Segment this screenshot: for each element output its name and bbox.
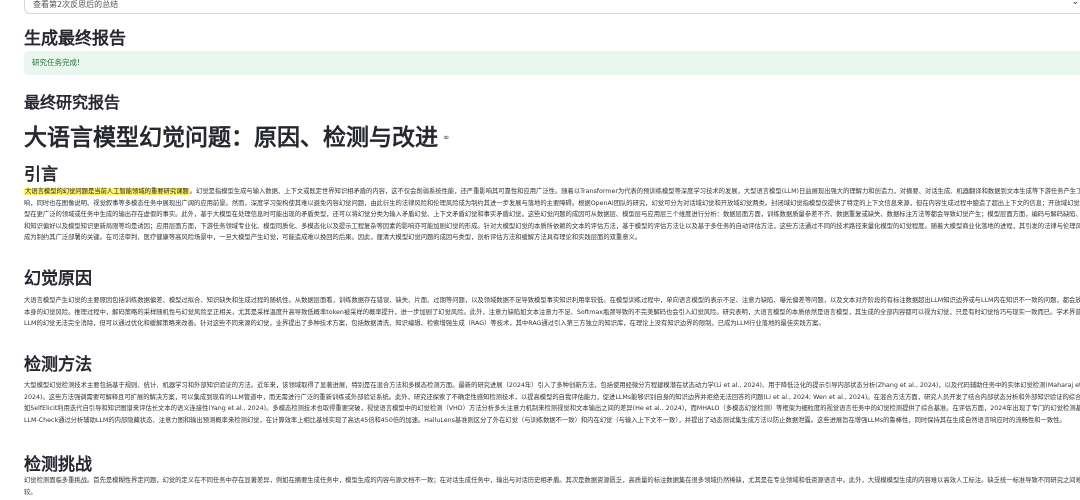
chevron-down-icon[interactable]: ⌄ bbox=[1071, 0, 1079, 7]
challenge-paragraph: 幻觉检测面临多重挑战。首先是模糊性界定问题，幻觉的定义在不同任务中存在显著差异，… bbox=[24, 477, 1080, 496]
intro-text: 。幻觉是指模型生成与输入数据、上下文或既定世界知识相矛盾的内容，这不仅会削弱系统… bbox=[24, 188, 1080, 241]
success-message: 研究任务完成! bbox=[32, 58, 81, 67]
cause-heading: 幻觉原因 bbox=[24, 269, 92, 289]
final-report-heading: 最终研究报告 bbox=[24, 93, 121, 112]
cause-paragraph: 大语言模型产生幻觉的主要原因包括训练数据偏差、模型过拟合、知识缺失和生成过程的随… bbox=[24, 297, 1080, 327]
link-icon[interactable]: ⚭ bbox=[442, 133, 450, 144]
summary-select-value: 查看第2次反思后的总结 bbox=[33, 0, 119, 9]
challenge-heading: 检测挑战 bbox=[24, 455, 92, 475]
method-heading: 检测方法 bbox=[24, 355, 92, 375]
success-alert: 研究任务完成! bbox=[24, 51, 1080, 75]
document-title-text: 大语言模型幻觉问题：原因、检测与改进 bbox=[24, 125, 438, 151]
intro-heading: 引言 bbox=[24, 165, 58, 185]
highlighted-sentence: 大语言模型的幻觉问题是当前人工智能领域的重要研究课题 bbox=[24, 188, 190, 195]
method-paragraph: 大型模型幻觉检测技术主要包括基于规则、统计、机器学习和外部知识验证的方法。近年来… bbox=[24, 382, 1080, 424]
generate-report-heading: 生成最终报告 bbox=[24, 29, 126, 49]
document-title: 大语言模型幻觉问题：原因、检测与改进 ⚭ bbox=[24, 118, 450, 152]
summary-select[interactable]: 查看第2次反思后的总结 ⌄ bbox=[24, 0, 1080, 14]
intro-paragraph: 大语言模型的幻觉问题是当前人工智能领域的重要研究课题。幻觉是指模型生成与输入数据… bbox=[24, 186, 1080, 256]
